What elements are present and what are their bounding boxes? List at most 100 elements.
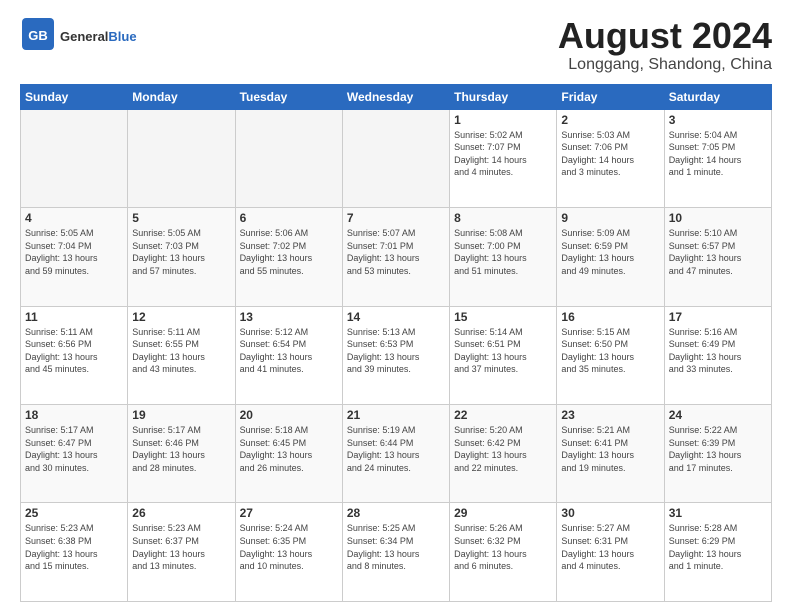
day-number: 18 <box>25 408 123 422</box>
day-number: 10 <box>669 211 767 225</box>
day-number: 4 <box>25 211 123 225</box>
day-number: 13 <box>240 310 338 324</box>
day-number: 7 <box>347 211 445 225</box>
day-number: 5 <box>132 211 230 225</box>
day-number: 16 <box>561 310 659 324</box>
calendar-cell-3-6: 16 Sunrise: 5:15 AM Sunset: 6:50 PM Dayli… <box>557 306 664 404</box>
calendar-cell-3-4: 14 Sunrise: 5:13 AM Sunset: 6:53 PM Dayli… <box>342 306 449 404</box>
day-info: Sunrise: 5:20 AM Sunset: 6:42 PM Dayligh… <box>454 424 552 474</box>
logo-icon: GB <box>20 16 56 57</box>
day-number: 26 <box>132 506 230 520</box>
day-info: Sunrise: 5:06 AM Sunset: 7:02 PM Dayligh… <box>240 227 338 277</box>
day-info: Sunrise: 5:18 AM Sunset: 6:45 PM Dayligh… <box>240 424 338 474</box>
calendar-cell-5-2: 26 Sunrise: 5:23 AM Sunset: 6:37 PM Dayli… <box>128 503 235 602</box>
day-number: 1 <box>454 113 552 127</box>
calendar-cell-1-6: 2 Sunrise: 5:03 AM Sunset: 7:06 PM Daylig… <box>557 109 664 207</box>
header-thursday: Thursday <box>450 84 557 109</box>
calendar-cell-3-3: 13 Sunrise: 5:12 AM Sunset: 6:54 PM Dayli… <box>235 306 342 404</box>
day-number: 25 <box>25 506 123 520</box>
calendar-cell-4-6: 23 Sunrise: 5:21 AM Sunset: 6:41 PM Dayli… <box>557 405 664 503</box>
day-number: 30 <box>561 506 659 520</box>
day-info: Sunrise: 5:25 AM Sunset: 6:34 PM Dayligh… <box>347 522 445 572</box>
calendar-cell-2-2: 5 Sunrise: 5:05 AM Sunset: 7:03 PM Daylig… <box>128 208 235 306</box>
day-number: 14 <box>347 310 445 324</box>
day-info: Sunrise: 5:17 AM Sunset: 6:46 PM Dayligh… <box>132 424 230 474</box>
day-info: Sunrise: 5:17 AM Sunset: 6:47 PM Dayligh… <box>25 424 123 474</box>
day-info: Sunrise: 5:19 AM Sunset: 6:44 PM Dayligh… <box>347 424 445 474</box>
weekday-header-row: Sunday Monday Tuesday Wednesday Thursday… <box>21 84 772 109</box>
svg-text:GB: GB <box>28 28 48 43</box>
logo-text: GeneralBlue <box>60 29 137 45</box>
calendar-cell-4-2: 19 Sunrise: 5:17 AM Sunset: 6:46 PM Dayli… <box>128 405 235 503</box>
day-info: Sunrise: 5:11 AM Sunset: 6:55 PM Dayligh… <box>132 326 230 376</box>
header-wednesday: Wednesday <box>342 84 449 109</box>
logo-blue: Blue <box>108 29 136 44</box>
week-row-1: 1 Sunrise: 5:02 AM Sunset: 7:07 PM Daylig… <box>21 109 772 207</box>
day-info: Sunrise: 5:03 AM Sunset: 7:06 PM Dayligh… <box>561 129 659 179</box>
day-info: Sunrise: 5:23 AM Sunset: 6:38 PM Dayligh… <box>25 522 123 572</box>
calendar-cell-1-4 <box>342 109 449 207</box>
calendar-cell-1-1 <box>21 109 128 207</box>
day-number: 20 <box>240 408 338 422</box>
calendar-cell-4-4: 21 Sunrise: 5:19 AM Sunset: 6:44 PM Dayli… <box>342 405 449 503</box>
calendar-cell-2-5: 8 Sunrise: 5:08 AM Sunset: 7:00 PM Daylig… <box>450 208 557 306</box>
day-info: Sunrise: 5:13 AM Sunset: 6:53 PM Dayligh… <box>347 326 445 376</box>
week-row-3: 11Sunrise: 5:11 AM Sunset: 6:56 PM Dayli… <box>21 306 772 404</box>
day-number: 2 <box>561 113 659 127</box>
calendar-cell-3-2: 12Sunrise: 5:11 AM Sunset: 6:55 PM Dayli… <box>128 306 235 404</box>
calendar-cell-5-1: 25 Sunrise: 5:23 AM Sunset: 6:38 PM Dayli… <box>21 503 128 602</box>
day-info: Sunrise: 5:27 AM Sunset: 6:31 PM Dayligh… <box>561 522 659 572</box>
day-info: Sunrise: 5:09 AM Sunset: 6:59 PM Dayligh… <box>561 227 659 277</box>
day-number: 6 <box>240 211 338 225</box>
day-number: 15 <box>454 310 552 324</box>
calendar-cell-5-3: 27Sunrise: 5:24 AM Sunset: 6:35 PM Dayli… <box>235 503 342 602</box>
calendar-cell-2-7: 10Sunrise: 5:10 AM Sunset: 6:57 PM Dayli… <box>664 208 771 306</box>
day-number: 9 <box>561 211 659 225</box>
calendar-cell-5-5: 29Sunrise: 5:26 AM Sunset: 6:32 PM Dayli… <box>450 503 557 602</box>
day-number: 8 <box>454 211 552 225</box>
day-info: Sunrise: 5:22 AM Sunset: 6:39 PM Dayligh… <box>669 424 767 474</box>
header-monday: Monday <box>128 84 235 109</box>
header-friday: Friday <box>557 84 664 109</box>
day-info: Sunrise: 5:08 AM Sunset: 7:00 PM Dayligh… <box>454 227 552 277</box>
day-info: Sunrise: 5:07 AM Sunset: 7:01 PM Dayligh… <box>347 227 445 277</box>
calendar-cell-1-7: 3 Sunrise: 5:04 AM Sunset: 7:05 PM Daylig… <box>664 109 771 207</box>
calendar-cell-2-6: 9 Sunrise: 5:09 AM Sunset: 6:59 PM Daylig… <box>557 208 664 306</box>
logo: GB GeneralBlue <box>20 16 137 57</box>
day-number: 24 <box>669 408 767 422</box>
day-info: Sunrise: 5:02 AM Sunset: 7:07 PM Dayligh… <box>454 129 552 179</box>
header-tuesday: Tuesday <box>235 84 342 109</box>
day-number: 11 <box>25 310 123 324</box>
day-info: Sunrise: 5:04 AM Sunset: 7:05 PM Dayligh… <box>669 129 767 179</box>
day-number: 17 <box>669 310 767 324</box>
day-info: Sunrise: 5:26 AM Sunset: 6:32 PM Dayligh… <box>454 522 552 572</box>
day-info: Sunrise: 5:28 AM Sunset: 6:29 PM Dayligh… <box>669 522 767 572</box>
calendar-cell-3-7: 17Sunrise: 5:16 AM Sunset: 6:49 PM Dayli… <box>664 306 771 404</box>
calendar-cell-1-3 <box>235 109 342 207</box>
calendar-cell-4-5: 22 Sunrise: 5:20 AM Sunset: 6:42 PM Dayli… <box>450 405 557 503</box>
day-info: Sunrise: 5:05 AM Sunset: 7:03 PM Dayligh… <box>132 227 230 277</box>
day-info: Sunrise: 5:05 AM Sunset: 7:04 PM Dayligh… <box>25 227 123 277</box>
day-info: Sunrise: 5:15 AM Sunset: 6:50 PM Dayligh… <box>561 326 659 376</box>
day-number: 22 <box>454 408 552 422</box>
logo-general: General <box>60 29 108 44</box>
day-number: 3 <box>669 113 767 127</box>
day-number: 23 <box>561 408 659 422</box>
calendar-cell-5-6: 30 Sunrise: 5:27 AM Sunset: 6:31 PM Dayli… <box>557 503 664 602</box>
week-row-5: 25 Sunrise: 5:23 AM Sunset: 6:38 PM Dayli… <box>21 503 772 602</box>
calendar-cell-2-1: 4 Sunrise: 5:05 AM Sunset: 7:04 PM Daylig… <box>21 208 128 306</box>
day-info: Sunrise: 5:12 AM Sunset: 6:54 PM Dayligh… <box>240 326 338 376</box>
calendar-cell-4-7: 24 Sunrise: 5:22 AM Sunset: 6:39 PM Dayli… <box>664 405 771 503</box>
day-info: Sunrise: 5:21 AM Sunset: 6:41 PM Dayligh… <box>561 424 659 474</box>
calendar-cell-3-5: 15Sunrise: 5:14 AM Sunset: 6:51 PM Dayli… <box>450 306 557 404</box>
day-info: Sunrise: 5:24 AM Sunset: 6:35 PM Dayligh… <box>240 522 338 572</box>
location: Longgang, Shandong, China <box>558 56 772 74</box>
day-number: 19 <box>132 408 230 422</box>
page: GB GeneralBlue August 2024 Longgang, Sha… <box>0 0 792 612</box>
day-info: Sunrise: 5:23 AM Sunset: 6:37 PM Dayligh… <box>132 522 230 572</box>
day-number: 28 <box>347 506 445 520</box>
day-number: 21 <box>347 408 445 422</box>
day-number: 31 <box>669 506 767 520</box>
calendar-cell-2-3: 6 Sunrise: 5:06 AM Sunset: 7:02 PM Daylig… <box>235 208 342 306</box>
calendar-cell-1-2 <box>128 109 235 207</box>
